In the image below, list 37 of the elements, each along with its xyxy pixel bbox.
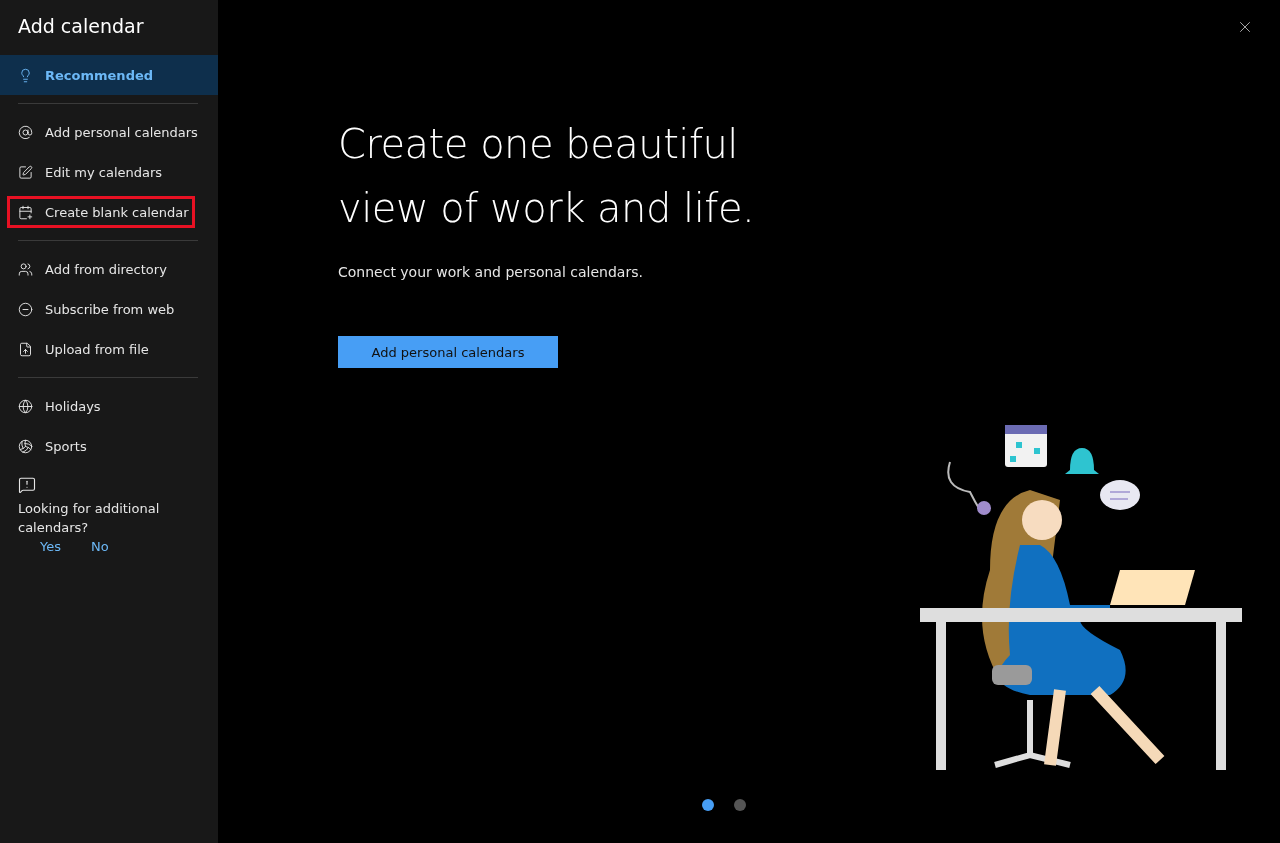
add-calendars-button[interactable]: Add personal calendars [338, 336, 558, 368]
carousel-dot[interactable] [734, 799, 746, 811]
sidebar-item-label: Subscribe from web [45, 301, 175, 317]
sidebar-item[interactable]: Add from directory [0, 249, 218, 289]
window-title: Add calendar [17, 14, 145, 39]
sidebar-item-icon [18, 164, 33, 180]
feedback-question: Looking for additional calendars? [18, 500, 161, 537]
sidebar-item-icon [18, 341, 33, 357]
answer-link[interactable]: No [91, 537, 109, 556]
sidebar-item[interactable]: Holidays [0, 386, 218, 426]
sidebar-item-icon [18, 261, 33, 277]
answer-link[interactable]: Yes [40, 537, 61, 556]
sidebar-item-icon [18, 67, 33, 83]
headline: Create one beautiful view of work and life. [338, 120, 755, 233]
sidebar-item-label: Create blank calendar [45, 204, 189, 220]
sidebar-item[interactable]: Sports [0, 426, 218, 466]
sidebar-item-label: Holidays [45, 398, 101, 414]
sidebar-item-icon [18, 301, 33, 317]
sidebar-item-icon [18, 124, 33, 140]
sidebar-item-label: Edit my calendars [45, 164, 163, 180]
sidebar-item[interactable]: Subscribe from web [0, 289, 218, 329]
sidebar-item[interactable]: Upload from file [0, 329, 218, 369]
sidebar-item-label: Add personal calendars [45, 124, 198, 140]
sidebar-item[interactable]: Add personal calendars [0, 112, 218, 152]
carousel-dot[interactable] [702, 799, 714, 811]
sidebar-item-label: Recommended [45, 67, 154, 83]
sidebar-item-label: Sports [45, 438, 87, 454]
sidebar-item-label: Add from directory [45, 261, 167, 277]
sidebar-item-label: Upload from file [45, 341, 149, 357]
sidebar-item[interactable]: Edit my calendars [0, 152, 218, 192]
subtitle: Connect your work and personal calendars. [338, 264, 643, 280]
sidebar-item[interactable]: Create blank calendar [7, 196, 195, 228]
sidebar-item-icon [18, 398, 33, 414]
sidebar-item[interactable]: Recommended [0, 55, 218, 95]
sidebar-item-icon [18, 204, 33, 220]
sidebar-item-icon [18, 438, 33, 454]
feedback-icon [18, 476, 36, 494]
